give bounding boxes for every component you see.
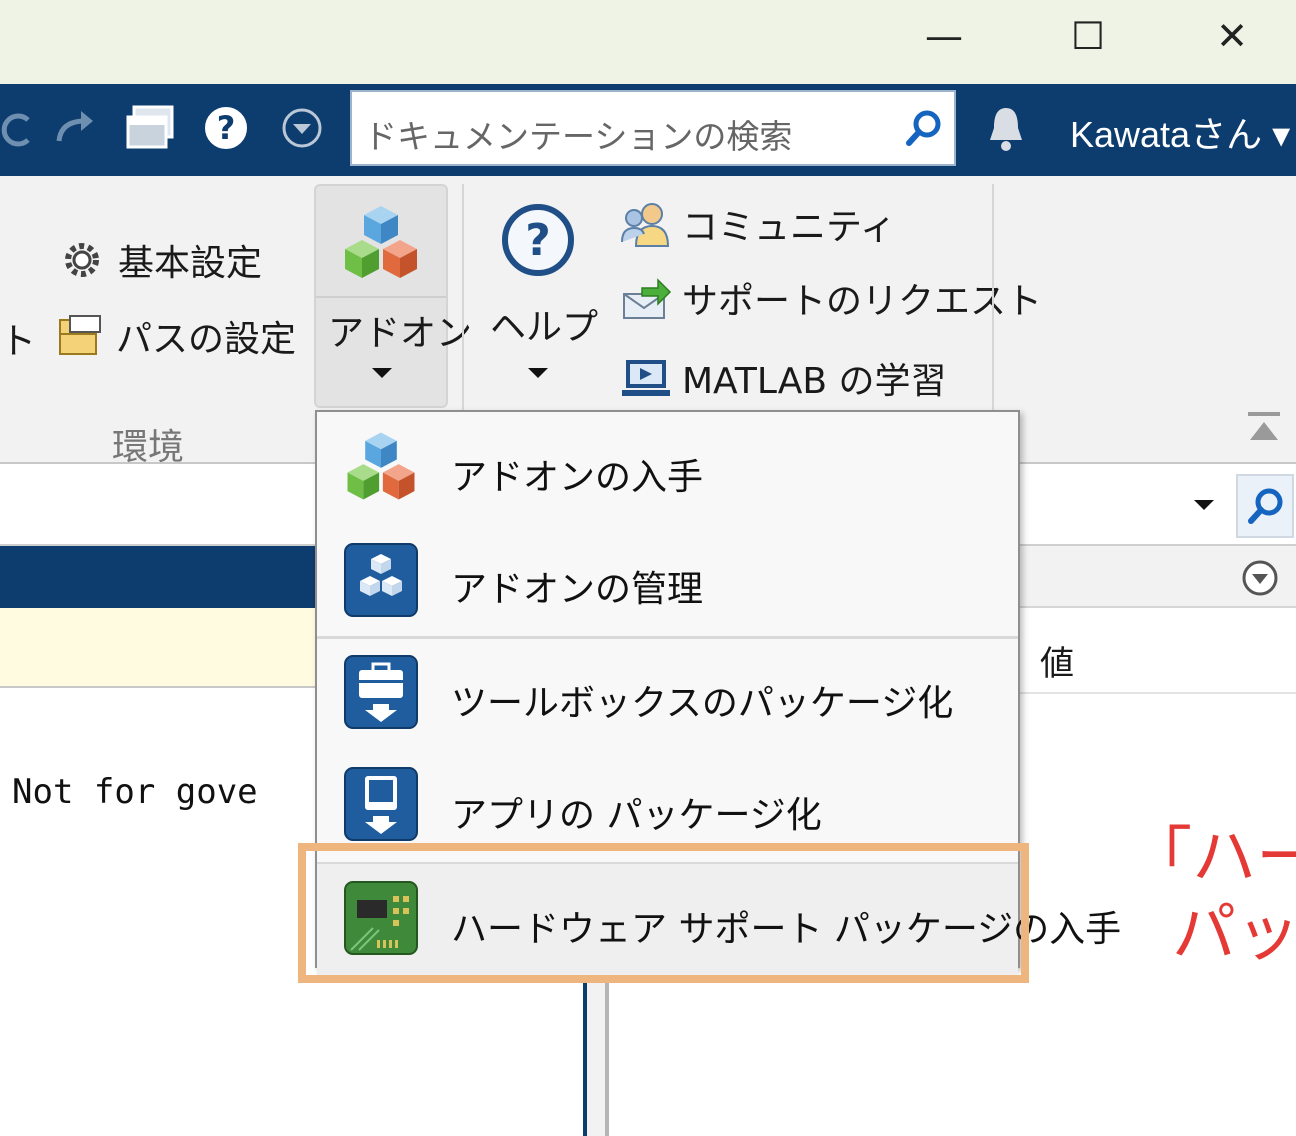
menu-item-package-toolbox[interactable]: ツールボックスのパッケージ化 (317, 638, 1018, 750)
bell-icon (990, 108, 1022, 151)
addons-button-label: アドオン (328, 313, 473, 354)
package-toolbox-icon (344, 655, 418, 729)
collapse-ribbon-icon[interactable] (1246, 410, 1282, 444)
support-request-label: サポートのリクエスト (682, 281, 1043, 322)
help-icon: ? (201, 103, 251, 153)
folder-history-dropdown-icon[interactable] (1192, 498, 1216, 512)
value-column-label: 値 (1040, 644, 1074, 684)
svg-text:?: ? (525, 215, 551, 266)
panel-splitter[interactable] (583, 966, 609, 1136)
community-link[interactable]: コミュニティ (620, 198, 896, 250)
help-button-label: ヘルプ (490, 307, 599, 348)
panel-options-icon[interactable] (1240, 558, 1280, 598)
menu-item-label: アドオンの入手 (451, 457, 704, 498)
folder-search-button[interactable] (1236, 474, 1294, 538)
switch-windows-icon (126, 105, 174, 149)
help-icon: ? (502, 204, 574, 276)
user-menu[interactable]: Kawataさん ▾ (1070, 106, 1290, 158)
preferences-button[interactable]: 基本設定 (60, 234, 262, 286)
close-button[interactable]: ✕ (1192, 8, 1272, 64)
chevron-down-icon (372, 368, 392, 378)
menu-item-label: アドオンの管理 (451, 569, 704, 610)
set-path-button[interactable]: パスの設定 (56, 310, 296, 362)
chevron-down-circle-icon (282, 108, 322, 148)
switch-windows-button[interactable] (120, 100, 184, 156)
learn-matlab-label: MATLAB の学習 (682, 361, 947, 402)
menu-item-label: ツールボックスのパッケージ化 (451, 683, 954, 724)
learn-matlab-icon (622, 360, 670, 396)
manage-addons-icon (344, 543, 418, 617)
callout-line-2: パッ (1172, 897, 1296, 971)
learn-matlab-link[interactable]: MATLAB の学習 (620, 352, 947, 404)
callout-line-1: 「ハー (1128, 821, 1296, 895)
package-app-icon (344, 767, 418, 841)
value-column-header[interactable]: 値 (1018, 608, 1296, 694)
search-icon[interactable] (904, 108, 944, 148)
menu-item-manage-addons[interactable]: アドオンの管理 (317, 524, 1018, 636)
menu-item-get-addons[interactable]: アドオンの入手 (317, 412, 1018, 524)
toolbar-options-button[interactable] (276, 100, 328, 156)
folder-path-icon (59, 315, 101, 355)
help-toolbar-button[interactable]: ? (196, 100, 256, 156)
addons-cube-icon (347, 432, 415, 500)
documentation-search-input[interactable]: ドキュメンテーションの検索 (350, 90, 956, 166)
support-request-icon (623, 278, 672, 319)
ribbon-divider (992, 184, 994, 410)
community-icon (621, 203, 670, 247)
notifications-button[interactable] (984, 104, 1028, 158)
redo-button[interactable] (48, 100, 104, 156)
current-folder-panel-header (0, 546, 318, 608)
addons-dropdown-button[interactable]: アドオン (314, 184, 472, 408)
set-path-label: パスの設定 (116, 319, 297, 360)
help-dropdown-button[interactable]: ? ヘルプ (486, 190, 598, 406)
close-icon: ✕ (1216, 14, 1248, 58)
svg-text:?: ? (217, 109, 236, 147)
info-strip (0, 608, 318, 688)
highlight-box (298, 843, 1029, 983)
ribbon-divider (462, 184, 464, 410)
gear-icon (65, 243, 99, 277)
preferences-label: 基本設定 (118, 243, 263, 284)
command-window-text: Not for gove (12, 772, 258, 812)
search-icon (1248, 488, 1283, 524)
maximize-icon: ☐ (1070, 14, 1106, 58)
partial-ribbon-label: ト (0, 321, 37, 362)
redo-icon (56, 111, 93, 142)
menu-item-label: アプリの パッケージ化 (451, 795, 822, 836)
maximize-button[interactable]: ☐ (1048, 8, 1128, 64)
environment-section-label: 環境 (112, 427, 185, 468)
search-placeholder: ドキュメンテーションの検索 (364, 117, 793, 156)
support-request-link[interactable]: サポートのリクエスト (620, 272, 1042, 324)
minimize-button[interactable]: — (904, 8, 984, 64)
addons-cube-icon (345, 206, 417, 278)
minimize-icon: — (925, 14, 963, 58)
undo-icon (1, 113, 30, 147)
undo-button[interactable] (0, 100, 40, 156)
community-label: コミュニティ (682, 207, 896, 248)
callout-text: 「ハー パッ (1128, 820, 1296, 972)
chevron-down-icon (528, 368, 548, 378)
